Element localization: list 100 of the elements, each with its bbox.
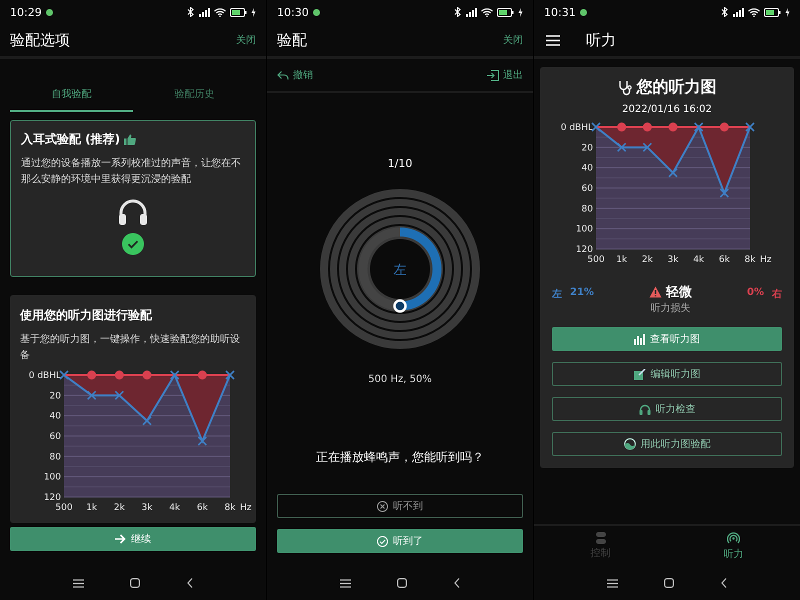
circle-marker [668, 122, 678, 132]
check-circle-icon [377, 536, 388, 546]
signal-icon [198, 8, 210, 16]
axis-label: 6k [718, 255, 730, 265]
axis-label: 100 [44, 472, 61, 483]
circle-marker [642, 122, 652, 132]
card-title: 您的听力图 [636, 77, 716, 98]
cross-marker [616, 142, 626, 152]
cross-marker [668, 168, 678, 178]
stethoscope-icon [618, 80, 632, 96]
exit-button[interactable]: 退出 [487, 68, 523, 82]
close-button[interactable]: 关闭 [503, 33, 523, 47]
progress-thumb[interactable] [393, 299, 407, 313]
status-time: 10:29 [10, 6, 42, 18]
axis-label: 60 [50, 432, 61, 442]
axis-label: 8k [224, 503, 236, 513]
recent-apps-icon[interactable] [340, 578, 352, 588]
home-icon[interactable] [397, 578, 408, 588]
axis-title: Hz [240, 503, 252, 513]
axis-label: 500 [55, 503, 73, 513]
notification-dot-icon [46, 8, 53, 16]
ear-label: 右 [772, 288, 782, 301]
cross-marker [59, 370, 69, 380]
back-icon[interactable] [454, 578, 460, 588]
edit-icon [634, 368, 646, 380]
back-icon[interactable] [186, 578, 193, 588]
thumbs-up-icon [124, 134, 136, 145]
cross-marker [591, 122, 601, 132]
notification-dot-icon [312, 8, 320, 16]
action-button[interactable]: 用此听力图验配 [552, 432, 782, 456]
bluetooth-icon [721, 7, 728, 17]
circle-marker [720, 122, 729, 132]
bluetooth-icon [454, 7, 461, 17]
axis-label: 2k [642, 255, 653, 265]
signal-icon [732, 8, 744, 16]
cross-marker [170, 370, 180, 380]
recent-apps-icon[interactable] [73, 578, 84, 588]
severity-label: 轻微 [666, 284, 692, 301]
axis-label: 120 [576, 245, 593, 255]
severity-caption: 听力损失 [650, 302, 690, 315]
card-title: 使用您的听力图进行验配 [20, 307, 153, 324]
audiogram-date: 2022/01/16 16:02 [622, 104, 712, 115]
headphones-icon [638, 404, 650, 414]
cross-marker [86, 390, 96, 400]
screen-title: 验配选项 [10, 30, 71, 50]
answer-button[interactable]: 听不到 [277, 494, 523, 518]
charging-icon [785, 8, 790, 16]
cross-marker [198, 436, 208, 446]
action-button[interactable]: 编辑听力图 [552, 362, 782, 386]
x-circle-icon [377, 500, 388, 512]
axis-label: 3k [142, 503, 152, 513]
axis-title: Hz [760, 255, 772, 265]
hearing-icon [727, 532, 740, 544]
recent-apps-icon[interactable] [607, 578, 618, 588]
close-button[interactable]: 关闭 [236, 33, 256, 47]
signal-icon [465, 8, 477, 16]
undo-button[interactable]: 撤销 [277, 68, 313, 82]
question-text: 正在播放蜂鸣声，您能听到吗？ [316, 449, 484, 466]
continue-button[interactable]: 继续 [10, 527, 256, 551]
answer-button[interactable]: 听到了 [277, 529, 523, 553]
check-circle-icon [122, 233, 144, 255]
circle-marker [142, 370, 152, 380]
axis-label: 80 [50, 452, 61, 462]
menu-icon[interactable] [546, 34, 560, 46]
card-description: 通过您的设备播放一系列校准过的声音，让您在不那么安静的环境中里获得更沉浸的验配 [21, 156, 242, 186]
bluetooth-icon [187, 7, 194, 17]
tab[interactable]: 自我验配 [10, 83, 133, 112]
battery-icon [230, 8, 247, 16]
option-card[interactable]: 入耳式验配 (推荐) 通过您的设备播放一系列校准过的声音，让您在不那么安静的环境中里获得更沉浸的验配 [10, 120, 256, 277]
cross-marker [720, 188, 730, 198]
loss-percentage: 0% [747, 287, 764, 300]
toggle-icon [596, 532, 606, 544]
headphones-icon [118, 199, 148, 225]
axis-label: 120 [44, 493, 61, 503]
step-counter: 1/10 [388, 157, 412, 170]
charging-icon [518, 8, 523, 16]
axis-label: 4k [693, 255, 704, 265]
tab[interactable]: 验配历史 [133, 83, 256, 112]
warning-icon [648, 286, 662, 298]
exit-icon [487, 70, 499, 80]
home-icon[interactable] [664, 578, 674, 588]
axis-label: 100 [576, 224, 593, 235]
axis-label: 4k [169, 503, 180, 513]
cross-marker [114, 390, 124, 400]
action-button[interactable]: 查看听力图 [552, 327, 782, 351]
circle-marker [87, 370, 96, 380]
axis-label: 8k [744, 255, 756, 265]
back-icon[interactable] [720, 578, 727, 588]
bottom-tab[interactable]: 听力 [667, 526, 800, 566]
axis-label: 500 [587, 255, 605, 265]
circle-marker [617, 122, 626, 132]
audiogram-card[interactable]: 使用您的听力图进行验配 基于您的听力图，一键操作，快速验配您的助听设备 0 dBHL 20 40 60 80 100 120 500 1k 2k 3k 4k 6k 8k Hz [10, 295, 256, 523]
battery-icon [497, 8, 514, 16]
cross-marker [142, 416, 152, 426]
status-time: 10:30 [277, 6, 309, 18]
half-circle-icon [624, 438, 636, 450]
home-icon[interactable] [130, 578, 140, 588]
axis-label: 20 [50, 391, 61, 402]
cross-marker [745, 122, 755, 132]
action-button[interactable]: 听力检查 [552, 397, 782, 421]
